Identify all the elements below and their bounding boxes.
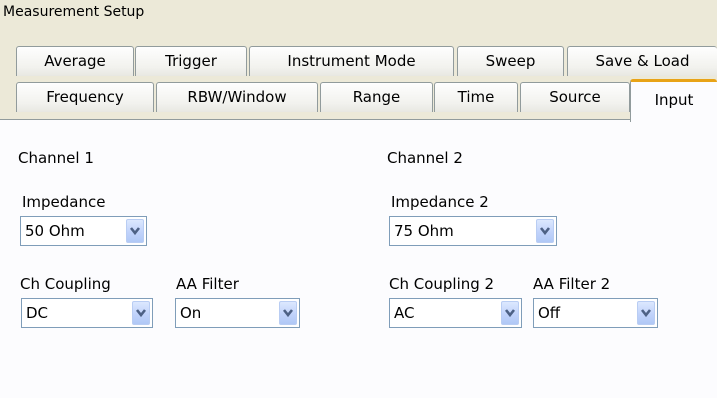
impedance-2-dropdown[interactable]: 75 Ohm [389, 216, 557, 246]
aa-filter-2-value: Off [538, 304, 561, 322]
impedance-dropdown[interactable]: 50 Ohm [20, 216, 147, 246]
chevron-down-icon [129, 227, 141, 236]
aa-filter-dropdown[interactable]: On [175, 298, 300, 328]
ch-coupling-2-value: AC [394, 304, 415, 322]
tab-rbw-window[interactable]: RBW/Window [156, 82, 318, 112]
tab-average[interactable]: Average [16, 46, 134, 76]
ch-coupling-label: Ch Coupling [20, 275, 111, 293]
impedance-label: Impedance [22, 193, 106, 211]
chevron-down-icon [539, 227, 551, 236]
chevron-down-icon [135, 309, 147, 318]
tab-save-load[interactable]: Save & Load [567, 46, 717, 76]
channel-1-heading: Channel 1 [18, 149, 94, 167]
ch-coupling-2-dropdown-button[interactable] [501, 301, 519, 325]
aa-filter-label: AA Filter [176, 275, 239, 293]
impedance-2-dropdown-button[interactable] [536, 219, 554, 243]
tab-instrument-mode[interactable]: Instrument Mode [249, 46, 454, 76]
tab-input[interactable]: Input [630, 79, 717, 122]
impedance-2-value: 75 Ohm [394, 222, 454, 240]
impedance-dropdown-button[interactable] [126, 219, 144, 243]
impedance-2-label: Impedance 2 [391, 193, 489, 211]
ch-coupling-2-dropdown[interactable]: AC [389, 298, 522, 328]
chevron-down-icon [282, 309, 294, 318]
chevron-down-icon [640, 309, 652, 318]
window-title: Measurement Setup [3, 4, 145, 20]
input-settings-panel: Channel 1 Impedance 50 Ohm Ch Coupling D… [0, 119, 717, 398]
aa-filter-2-label: AA Filter 2 [533, 275, 611, 293]
aa-filter-dropdown-button[interactable] [279, 301, 297, 325]
chevron-down-icon [504, 309, 516, 318]
ch-coupling-2-label: Ch Coupling 2 [389, 275, 495, 293]
tab-source[interactable]: Source [520, 82, 630, 112]
ch-coupling-dropdown[interactable]: DC [21, 298, 153, 328]
tab-range[interactable]: Range [320, 82, 433, 112]
tab-sweep[interactable]: Sweep [457, 46, 564, 76]
ch-coupling-value: DC [26, 304, 49, 322]
ch-coupling-dropdown-button[interactable] [132, 301, 150, 325]
channel-2-heading: Channel 2 [387, 149, 463, 167]
aa-filter-value: On [180, 304, 202, 322]
aa-filter-2-dropdown[interactable]: Off [533, 298, 658, 328]
aa-filter-2-dropdown-button[interactable] [637, 301, 655, 325]
impedance-value: 50 Ohm [25, 222, 85, 240]
tab-frequency[interactable]: Frequency [16, 82, 154, 112]
tab-time[interactable]: Time [434, 82, 518, 112]
tab-trigger[interactable]: Trigger [135, 46, 247, 76]
